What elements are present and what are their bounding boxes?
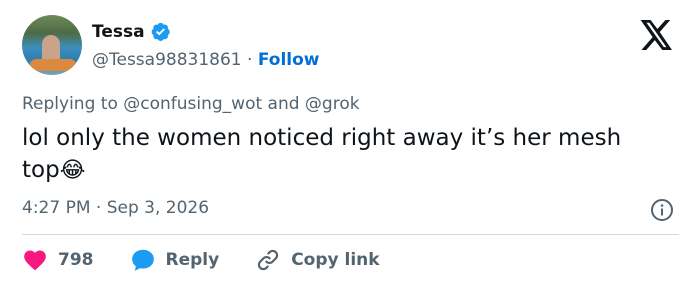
tweet-card: Tessa @Tessa98831861 · Follow Replying t…: [0, 0, 700, 287]
action-bar: 798 Reply Copy link: [22, 247, 416, 273]
divider: [22, 234, 679, 235]
tweet-text: lol only the women noticed right away it…: [22, 122, 662, 187]
follow-button[interactable]: Follow: [258, 50, 320, 70]
copy-link-label: Copy link: [291, 250, 380, 270]
replying-to-text: Replying to @confusing_wot and @grok: [22, 94, 360, 114]
like-count: 798: [58, 250, 94, 270]
x-logo-icon[interactable]: [640, 20, 674, 50]
reply-label: Reply: [165, 250, 220, 270]
author-name[interactable]: Tessa: [92, 22, 145, 42]
separator-dot: ·: [247, 50, 253, 70]
avatar[interactable]: [22, 15, 82, 75]
link-icon: [258, 249, 279, 271]
speech-bubble-icon: [131, 249, 154, 271]
author-name-row: Tessa: [92, 21, 171, 42]
verified-badge-icon: [151, 22, 170, 41]
info-icon[interactable]: [650, 198, 674, 222]
reply-button[interactable]: Reply: [130, 247, 220, 273]
heart-icon: [24, 250, 46, 271]
like-button[interactable]: 798: [22, 247, 94, 273]
avatar-pool-float: [30, 59, 76, 71]
tweet-timestamp[interactable]: 4:27 PM · Sep 3, 2026: [22, 198, 209, 218]
copy-link-button[interactable]: Copy link: [255, 247, 380, 273]
tweet-body: lol only the women noticed right away it…: [22, 125, 622, 183]
author-handle[interactable]: @Tessa98831861: [92, 50, 242, 70]
laughing-emoji-icon: 😂: [59, 158, 86, 183]
handle-row: @Tessa98831861 · Follow: [92, 50, 320, 70]
